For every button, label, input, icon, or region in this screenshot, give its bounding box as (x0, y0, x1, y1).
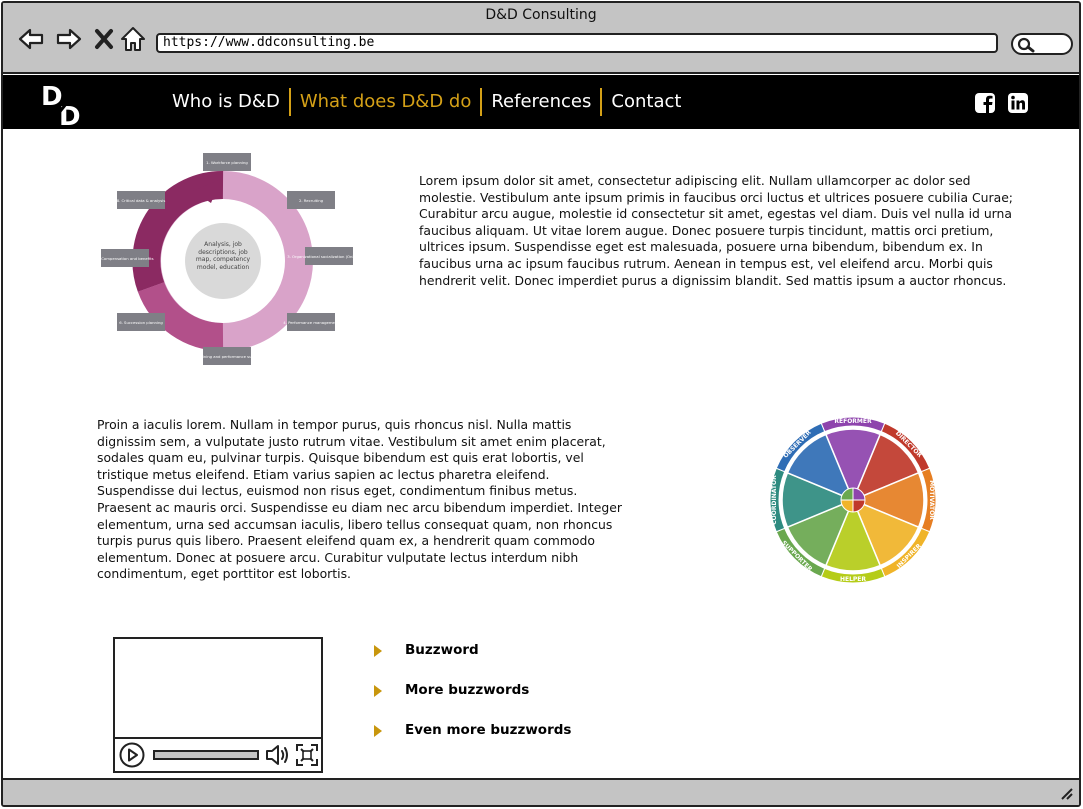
wheel-segment-label: MOTIVATOR (928, 480, 935, 520)
cycle-step-label: 6. Succession planning (119, 320, 163, 325)
volume-icon[interactable] (265, 743, 291, 767)
browser-chrome: D&D Consulting https://www.ddconsulting.… (3, 3, 1079, 74)
wheel-segment-label: COORDINATOR (771, 475, 778, 525)
search-icon (1017, 37, 1035, 53)
hr-cycle-diagram: Analysis, job descriptions, job map, com… (96, 153, 371, 365)
forward-icon (56, 28, 82, 50)
bullet-arrow-icon (374, 645, 382, 657)
menu-contact[interactable]: Contact (602, 87, 690, 117)
menu-references[interactable]: References (482, 87, 600, 117)
cycle-step-label: 5. Training and performance support (192, 354, 262, 359)
cycle-step-label: 1. Workforce planning (206, 160, 248, 165)
intro-paragraph: Lorem ipsum dolor sit amet, consectetur … (419, 173, 1013, 288)
list-item-label: Buzzword (405, 642, 479, 658)
wheel-segment-label: HELPER (840, 576, 866, 583)
cycle-center-text: Analysis, job descriptions, job map, com… (195, 241, 251, 271)
window-title: D&D Consulting (485, 7, 597, 23)
cycle-step-label: 8. Critical data & analysis (117, 198, 166, 203)
browser-search-field[interactable] (1011, 33, 1073, 55)
menu-who-is-dd[interactable]: Who is D&D (163, 87, 289, 117)
fullscreen-icon[interactable] (295, 743, 319, 767)
wheel-segment-label: REFORMER (834, 418, 872, 425)
close-icon (95, 29, 113, 49)
status-bar (3, 778, 1079, 805)
resize-grip-icon[interactable] (1059, 786, 1073, 800)
forward-button[interactable] (55, 25, 83, 53)
browser-window: D&D Consulting https://www.ddconsulting.… (1, 1, 1081, 807)
back-button[interactable] (17, 25, 45, 53)
play-icon[interactable] (119, 742, 145, 768)
back-icon (18, 28, 44, 50)
second-paragraph: Proin a iaculis lorem. Nullam in tempor … (97, 417, 622, 582)
home-button[interactable] (119, 25, 147, 53)
list-item-label: More buzzwords (405, 682, 530, 698)
bullet-arrow-icon (374, 725, 382, 737)
video-player[interactable] (113, 637, 323, 773)
cycle-step-label: 3. Organizational socialization (Onboard… (287, 254, 371, 259)
main-menu: Who is D&D What does D&D do References C… (163, 87, 690, 117)
role-wheel: REFORMERDIRECTORMOTIVATORINSPIRERHELPERS… (769, 417, 937, 583)
page-content: Analysis, job descriptions, job map, com… (3, 129, 1079, 778)
stop-button[interactable] (91, 25, 119, 53)
menu-what-does-dd-do[interactable]: What does D&D do (291, 87, 481, 117)
address-bar[interactable]: https://www.ddconsulting.be (156, 33, 998, 53)
home-icon (121, 27, 145, 51)
video-controls (115, 737, 321, 771)
linkedin-icon[interactable] (1007, 92, 1029, 114)
cycle-step-label: 4. Performance management (283, 320, 339, 325)
address-text: https://www.ddconsulting.be (163, 35, 375, 50)
cycle-step-label: 7. Compensation and benefits (96, 256, 153, 261)
cycle-step-label: 2. Recruiting (299, 198, 324, 203)
list-item-label: Even more buzzwords (405, 722, 572, 738)
bullet-arrow-icon (374, 685, 382, 697)
site-navbar: D D Who is D&D What does D&D do Referenc… (3, 75, 1079, 129)
dd-logo[interactable]: D D (39, 79, 91, 127)
video-progress-bar[interactable] (153, 750, 259, 760)
svg-text:D: D (59, 102, 81, 127)
facebook-icon[interactable] (974, 92, 996, 114)
